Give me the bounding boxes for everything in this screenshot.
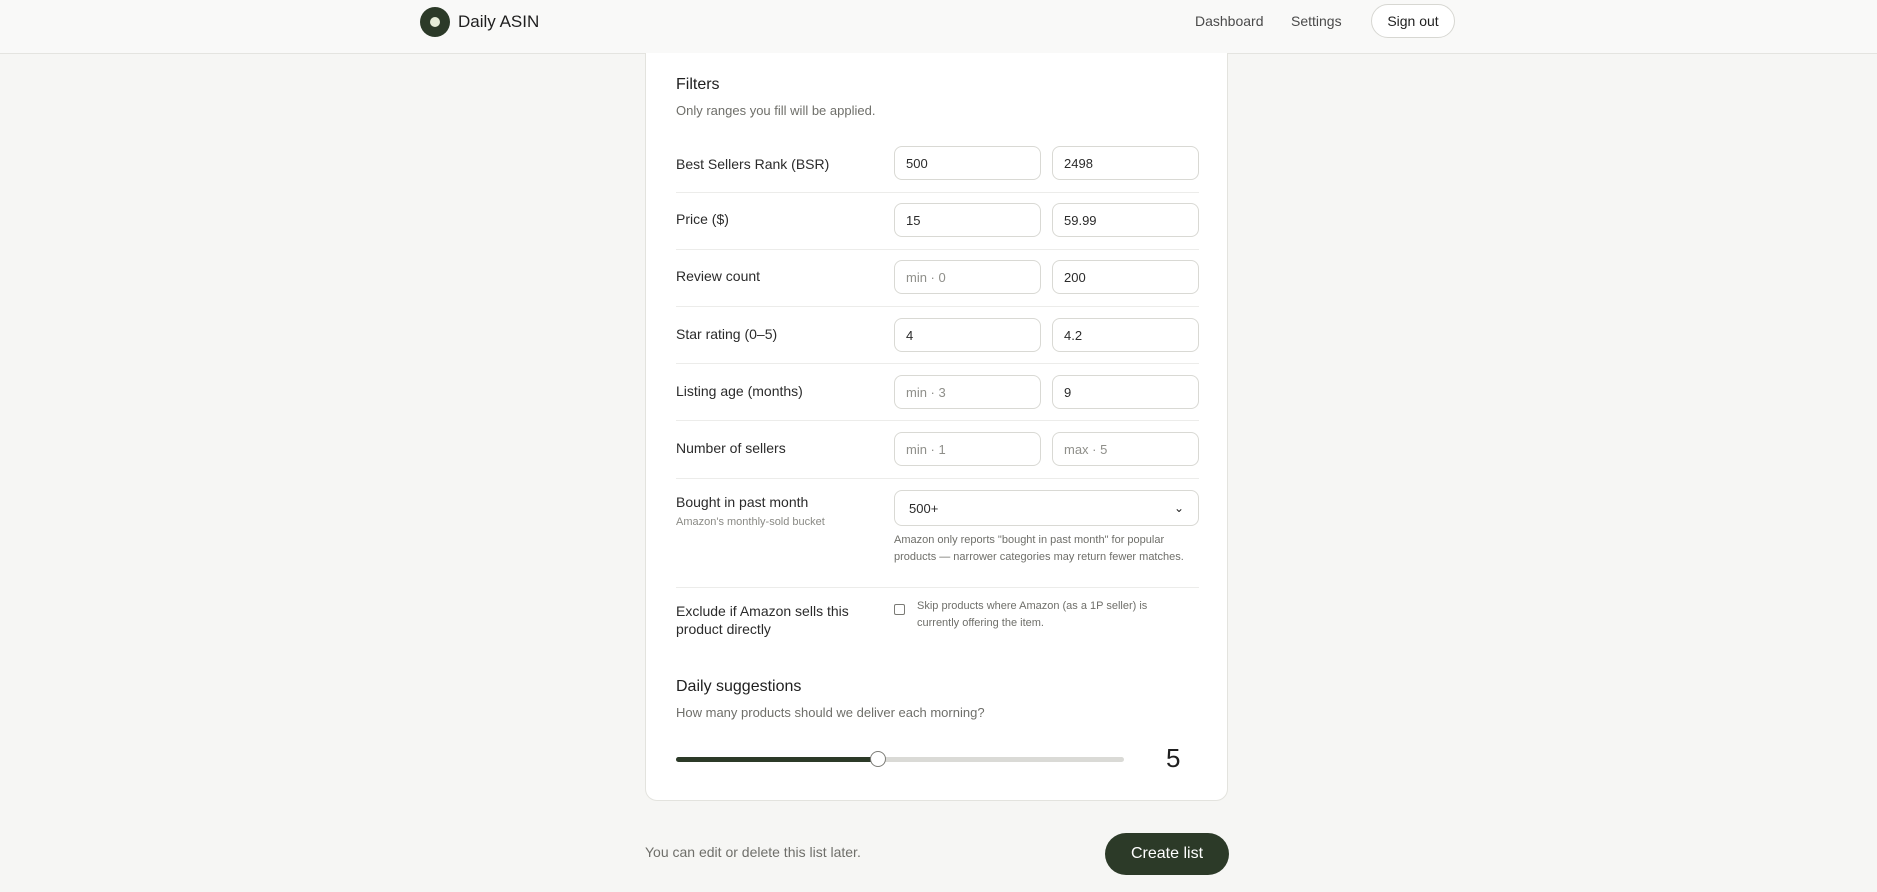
daily-slider[interactable] [676, 751, 1124, 767]
bsr-max-input[interactable] [1052, 146, 1199, 180]
filter-row-rating: Star rating (0–5) [676, 306, 1199, 364]
filter-row-age: Listing age (months) [676, 363, 1199, 421]
price-max-input[interactable] [1052, 203, 1199, 237]
age-min-input[interactable] [894, 375, 1041, 409]
daily-subtitle: How many products should we deliver each… [676, 705, 985, 720]
bought-selected-value: 500+ [909, 500, 939, 516]
footer-note: You can edit or delete this list later. [645, 844, 861, 860]
filter-row-reviews: Review count [676, 249, 1199, 307]
reviews-min-input[interactable] [894, 260, 1041, 294]
slider-fill [676, 757, 878, 762]
daily-value: 5 [1166, 743, 1181, 773]
filter-row-bought: Bought in past month Amazon's monthly-so… [676, 478, 1199, 588]
age-max-input[interactable] [1052, 375, 1199, 409]
logo-icon [420, 7, 450, 37]
reviews-max-input[interactable] [1052, 260, 1199, 294]
filters-subtitle: Only ranges you fill will be applied. [676, 103, 876, 118]
bsr-min-input[interactable] [894, 146, 1041, 180]
price-min-input[interactable] [894, 203, 1041, 237]
create-list-card: Filters Only ranges you fill will be app… [645, 53, 1228, 801]
filter-row-exclude: Exclude if Amazon sells this product dir… [676, 587, 1199, 669]
rating-min-input[interactable] [894, 318, 1041, 352]
bsr-label: Best Sellers Rank (BSR) [676, 156, 830, 172]
exclude-label: Exclude if Amazon sells this product dir… [676, 603, 849, 637]
filter-row-sellers: Number of sellers [676, 420, 1199, 479]
filter-row-price: Price ($) [676, 192, 1199, 250]
sellers-max-input[interactable] [1052, 432, 1199, 466]
bought-note: Amazon only reports "bought in past mont… [894, 534, 1184, 563]
sellers-min-input[interactable] [894, 432, 1041, 466]
filters-title: Filters [676, 76, 720, 93]
exclude-checkbox-text: Skip products where Amazon (as a 1P sell… [917, 600, 1148, 629]
chevron-down-icon: ⌄ [1173, 501, 1184, 515]
nav-dashboard[interactable]: Dashboard [1195, 13, 1264, 29]
bought-hint: Amazon's monthly-sold bucket [676, 516, 825, 528]
sellers-label: Number of sellers [676, 440, 786, 456]
exclude-checkbox[interactable] [894, 604, 905, 615]
rating-label: Star rating (0–5) [676, 326, 778, 342]
reviews-label: Review count [676, 268, 761, 284]
daily-title: Daily suggestions [676, 678, 802, 695]
top-bar: Daily ASIN Dashboard Settings Sign out [0, 0, 1877, 54]
price-label: Price ($) [676, 211, 729, 227]
filter-row-bsr: Best Sellers Rank (BSR) [676, 146, 1199, 193]
create-list-button[interactable]: Create list [1105, 833, 1229, 875]
brand[interactable]: Daily ASIN [420, 7, 539, 37]
nav-settings[interactable]: Settings [1291, 13, 1342, 29]
rating-max-input[interactable] [1052, 318, 1199, 352]
bought-label: Bought in past month [676, 494, 809, 510]
brand-name: Daily ASIN [458, 12, 540, 31]
slider-thumb[interactable] [869, 751, 886, 767]
sign-out-button[interactable]: Sign out [1371, 4, 1455, 38]
bought-select[interactable]: 500+ ⌄ [894, 490, 1199, 526]
age-label: Listing age (months) [676, 383, 803, 399]
